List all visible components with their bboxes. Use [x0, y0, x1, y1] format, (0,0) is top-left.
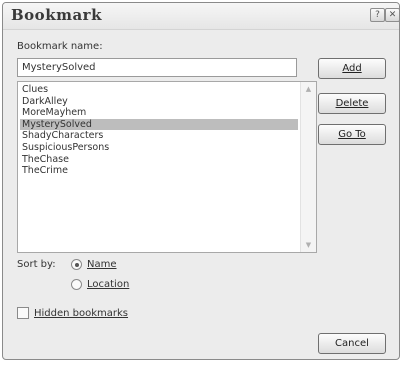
- list-item[interactable]: DarkAlley: [20, 96, 298, 108]
- list-item[interactable]: MoreMayhem: [20, 107, 298, 119]
- add-button[interactable]: Add: [318, 58, 386, 79]
- list-item[interactable]: ShadyCharacters: [20, 130, 298, 142]
- hidden-bookmarks-checkbox[interactable]: [17, 307, 29, 319]
- cancel-button-label: Cancel: [335, 338, 369, 349]
- bookmark-list[interactable]: Clues DarkAlley MoreMayhem MysterySolved Sha…: [17, 81, 317, 253]
- hidden-bookmarks-option[interactable]: Hidden bookmarks: [17, 307, 128, 319]
- bookmark-name-input[interactable]: [17, 58, 297, 77]
- sort-by-location-radio[interactable]: [71, 279, 82, 290]
- cancel-button[interactable]: Cancel: [318, 333, 386, 354]
- sort-by-name-option[interactable]: Name: [71, 259, 117, 270]
- list-item[interactable]: SuspiciousPersons: [20, 142, 298, 154]
- delete-button-label: Delete: [335, 98, 369, 109]
- add-button-label: Add: [342, 63, 362, 74]
- dialog-title: Bookmark: [11, 6, 102, 24]
- sort-by-location-option[interactable]: Location: [71, 279, 129, 290]
- list-item[interactable]: TheCrime: [20, 165, 298, 177]
- scroll-down-arrow-icon[interactable]: ▼: [301, 238, 316, 252]
- bookmark-list-items: Clues DarkAlley MoreMayhem MysterySolved Sha…: [20, 84, 298, 177]
- sort-by-location-label: Location: [87, 279, 130, 290]
- list-item[interactable]: TheChase: [20, 154, 298, 166]
- scroll-up-arrow-icon[interactable]: ▲: [301, 82, 316, 96]
- list-item[interactable]: MysterySolved: [20, 118, 298, 131]
- hidden-bookmarks-label: Hidden bookmarks: [34, 307, 129, 319]
- bookmark-name-label: Bookmark name:: [17, 41, 103, 52]
- sort-by-label: Sort by:: [17, 259, 56, 270]
- help-icon[interactable]: ?: [370, 8, 385, 22]
- list-scrollbar[interactable]: ▲ ▼: [300, 82, 316, 252]
- close-icon[interactable]: ✕: [385, 8, 399, 22]
- sort-by-name-radio[interactable]: [71, 259, 82, 270]
- sort-by-name-label: Name: [87, 259, 117, 270]
- delete-button[interactable]: Delete: [318, 93, 386, 114]
- title-bar[interactable]: Bookmark ? ✕: [3, 3, 399, 30]
- go-to-button[interactable]: Go To: [318, 124, 386, 145]
- go-to-button-label: Go To: [338, 129, 366, 140]
- bookmark-dialog: Bookmark ? ✕ Bookmark name: CluesDarkAll…: [2, 2, 400, 360]
- list-item[interactable]: Clues: [20, 84, 298, 96]
